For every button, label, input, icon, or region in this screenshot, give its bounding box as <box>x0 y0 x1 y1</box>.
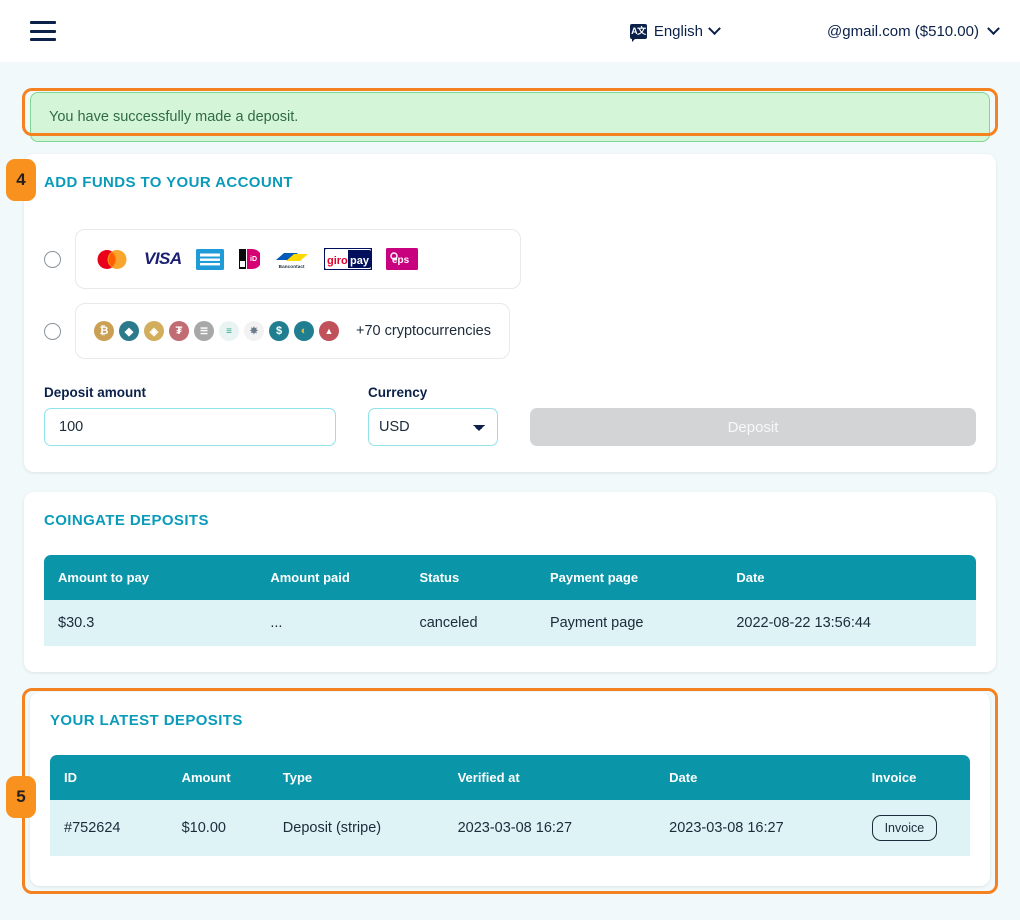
success-alert: You have successfully made a deposit. <box>30 92 990 142</box>
col-type: Type <box>270 755 446 800</box>
payment-method-crypto-row[interactable]: ₿ ◆ ◈ ₮ ☰ ≡ ✸ $ ◐ ▲ +70 cryptocurrencies <box>44 303 976 359</box>
latest-table-head: ID Amount Type Verified at Date Invoice <box>50 755 970 800</box>
tether-icon: ₮ <box>169 321 189 341</box>
payment-method-cards-row[interactable]: VISA iD Bancontact giro pay eps <box>44 229 976 289</box>
col-payment-page: Payment page <box>537 555 725 600</box>
dai-icon: ☰ <box>194 321 214 341</box>
coingate-table-head: Amount to pay Amount paid Status Payment… <box>44 555 976 600</box>
translate-icon: A文 <box>629 23 647 42</box>
latest-deposits-table: ID Amount Type Verified at Date Invoice … <box>50 755 970 856</box>
add-funds-card: Add funds to your account VISA iD <box>24 154 996 472</box>
page-content: 4 You have successfully made a deposit. … <box>0 62 1020 894</box>
svg-text:giro: giro <box>327 255 348 267</box>
col-amount-to-pay: Amount to pay <box>44 555 259 600</box>
coingate-deposits-card: Coingate deposits Amount to pay Amount p… <box>24 492 996 672</box>
col-date: Date <box>657 755 860 800</box>
hamburger-line <box>30 29 56 33</box>
radio-payment-crypto[interactable] <box>44 322 61 340</box>
giropay-logo: giro pay <box>323 248 372 270</box>
svg-text:iD: iD <box>250 256 257 263</box>
cell-payment-page[interactable]: Payment page <box>537 600 725 646</box>
cell-status: canceled <box>407 600 538 646</box>
col-invoice: Invoice <box>859 755 970 800</box>
latest-deposits-card: Your latest deposits ID Amount Type Veri… <box>30 692 990 886</box>
deposit-amount-label: Deposit amount <box>44 385 147 400</box>
latest-header-row: ID Amount Type Verified at Date Invoice <box>50 755 970 800</box>
monero-icon: ✸ <box>244 321 264 341</box>
svg-text:pay: pay <box>350 255 370 267</box>
deposit-amount-input[interactable] <box>44 408 336 446</box>
cell-amount: $10.00 <box>169 800 271 856</box>
hamburger-line <box>30 38 56 41</box>
bancontact-logo: Bancontact <box>274 250 310 269</box>
cell-amount-paid: ... <box>258 600 408 646</box>
latest-deposits-wrapper: 5 Your latest deposits ID Amount Type Ve… <box>6 688 998 894</box>
top-bar: A文 English @gmail.com ($510.00) <box>0 0 1020 62</box>
annotation-badge-4: 4 <box>6 159 36 201</box>
cell-type: Deposit (stripe) <box>270 800 446 856</box>
table-row: $30.3 ... canceled Payment page 2022-08-… <box>44 600 976 646</box>
col-id: ID <box>50 755 170 800</box>
eps-logo: eps <box>385 248 418 270</box>
cell-date: 2022-08-22 13:56:44 <box>724 600 976 646</box>
avalanche-icon: ▲ <box>319 321 339 341</box>
col-amount: Amount <box>169 755 271 800</box>
deposit-button[interactable]: Deposit <box>530 408 976 446</box>
ideal-logo: iD <box>237 248 260 270</box>
col-status: Status <box>407 555 538 600</box>
account-menu[interactable]: @gmail.com ($510.00) <box>827 21 1000 40</box>
currency-label: Currency <box>368 385 428 400</box>
account-label: @gmail.com ($510.00) <box>827 22 979 40</box>
deposit-form: Deposit amount Currency USD Deposit <box>44 385 976 446</box>
col-date: Date <box>724 555 976 600</box>
svg-text:eps: eps <box>392 255 410 266</box>
cell-verified-at: 2023-03-08 16:27 <box>445 800 658 856</box>
language-selector[interactable]: A文 English <box>629 21 721 42</box>
deposit-amount-group: Deposit amount <box>44 385 336 446</box>
currency-group: Currency USD <box>368 385 498 446</box>
invoice-button[interactable]: Invoice <box>871 815 938 841</box>
binance-icon: ◈ <box>144 321 164 341</box>
crypto-count-label: +70 cryptocurrencies <box>356 323 491 339</box>
language-label: English <box>653 22 704 40</box>
top-bar-right: A文 English @gmail.com ($510.00) <box>629 21 1000 42</box>
coingate-deposits-table: Amount to pay Amount paid Status Payment… <box>44 555 976 646</box>
table-row: #752624 $10.00 Deposit (stripe) 2023-03-… <box>50 800 970 856</box>
ethereum-icon: ◆ <box>119 321 139 341</box>
chevron-down-icon <box>987 21 1000 35</box>
coingate-header-row: Amount to pay Amount paid Status Payment… <box>44 555 976 600</box>
annotation-badge-5: 5 <box>6 776 36 818</box>
hamburger-menu-icon[interactable] <box>30 21 56 41</box>
card-logos-box[interactable]: VISA iD Bancontact giro pay eps <box>75 229 521 289</box>
cell-invoice: Invoice <box>859 800 970 856</box>
mastercard-logo <box>94 248 130 271</box>
success-alert-wrapper: 4 You have successfully made a deposit. <box>6 62 998 201</box>
currency-select[interactable]: USD <box>368 408 498 446</box>
crypto-logos-box[interactable]: ₿ ◆ ◈ ₮ ☰ ≡ ✸ $ ◐ ▲ +70 cryptocurrencies <box>75 303 510 359</box>
hamburger-line <box>30 21 56 24</box>
chevron-down-icon <box>708 21 721 35</box>
bitcoin-icon: ₿ <box>94 321 114 341</box>
coingate-table-body: $30.3 ... canceled Payment page 2022-08-… <box>44 600 976 646</box>
usdc-icon: $ <box>269 321 289 341</box>
add-funds-title: Add funds to your account <box>44 174 293 191</box>
coingate-title: Coingate deposits <box>44 512 209 529</box>
latest-table-body: #752624 $10.00 Deposit (stripe) 2023-03-… <box>50 800 970 856</box>
col-verified-at: Verified at <box>445 755 658 800</box>
cell-id: #752624 <box>50 800 170 856</box>
cell-amount-to-pay: $30.3 <box>44 600 259 646</box>
amex-logo <box>195 248 224 270</box>
col-amount-paid: Amount paid <box>258 555 408 600</box>
solana-icon: ≡ <box>219 321 239 341</box>
radio-payment-cards[interactable] <box>44 250 61 268</box>
visa-logo: VISA <box>144 249 182 268</box>
cell-date: 2023-03-08 16:27 <box>657 800 860 856</box>
success-alert-message: You have successfully made a deposit. <box>49 109 299 125</box>
latest-deposits-title: Your latest deposits <box>50 712 243 729</box>
terra-icon: ◐ <box>294 321 314 341</box>
